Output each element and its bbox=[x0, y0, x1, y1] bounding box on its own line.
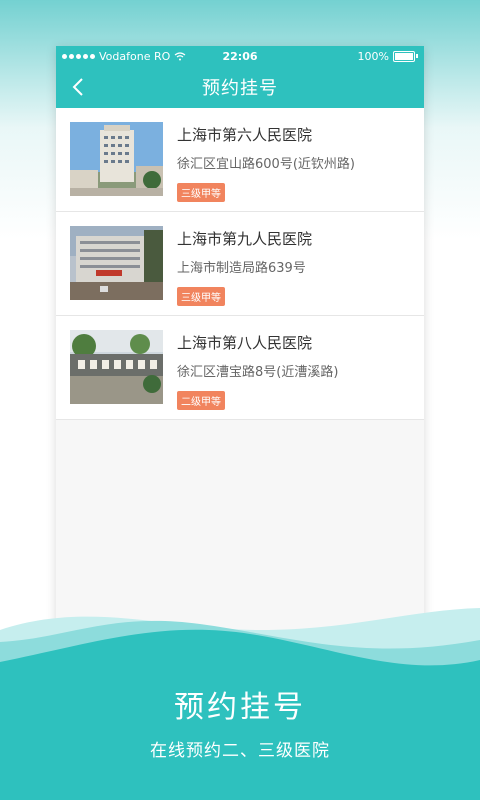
hospital-name: 上海市第九人民医院 bbox=[177, 230, 313, 248]
promo-subtitle: 在线预约二、三级医院 bbox=[150, 741, 330, 761]
level-badge: 三级甲等 bbox=[177, 183, 225, 202]
hospital-name: 上海市第六人民医院 bbox=[177, 126, 313, 144]
hospital-address: 上海市制造局路639号 bbox=[177, 261, 306, 276]
battery-icon bbox=[393, 50, 415, 62]
hospital-photo bbox=[70, 122, 163, 196]
hospital-item[interactable]: 上海市第九人民医院 上海市制造局路639号 三级甲等 bbox=[56, 212, 424, 316]
chevron-left-icon bbox=[72, 78, 83, 96]
level-badge: 三级甲等 bbox=[177, 287, 225, 306]
promo-title: 预约挂号 bbox=[174, 690, 306, 725]
page-title: 预约挂号 bbox=[202, 78, 278, 99]
status-bar: Vodafone RO 22:06 100% bbox=[56, 46, 424, 66]
hospital-item[interactable]: 上海市第六人民医院 徐汇区宜山路600号(近钦州路) 三级甲等 bbox=[56, 108, 424, 212]
hospital-address: 徐汇区漕宝路8号(近漕溪路) bbox=[177, 365, 339, 380]
phone-screen: Vodafone RO 22:06 100% 预约挂号 上海市第六人民医院 徐汇… bbox=[56, 46, 424, 666]
hospital-name: 上海市第八人民医院 bbox=[177, 334, 313, 352]
battery-percent: 100% bbox=[357, 49, 389, 63]
back-button[interactable] bbox=[66, 75, 90, 99]
hospital-photo bbox=[70, 330, 163, 404]
hospital-info: 上海市第六人民医院 徐汇区宜山路600号(近钦州路) 三级甲等 bbox=[177, 122, 355, 202]
hospital-info: 上海市第九人民医院 上海市制造局路639号 三级甲等 bbox=[177, 226, 313, 306]
hospital-list: 上海市第六人民医院 徐汇区宜山路600号(近钦州路) 三级甲等 上海市第九人民医… bbox=[56, 108, 424, 420]
nav-bar: 预约挂号 bbox=[56, 66, 424, 108]
level-badge: 二级甲等 bbox=[177, 391, 225, 410]
hospital-item[interactable]: 上海市第八人民医院 徐汇区漕宝路8号(近漕溪路) 二级甲等 bbox=[56, 316, 424, 420]
hospital-address: 徐汇区宜山路600号(近钦州路) bbox=[177, 157, 355, 172]
hospital-photo bbox=[70, 226, 163, 300]
battery-cap bbox=[416, 54, 418, 58]
hospital-info: 上海市第八人民医院 徐汇区漕宝路8号(近漕溪路) 二级甲等 bbox=[177, 330, 339, 410]
battery-group: 100% bbox=[358, 50, 418, 63]
